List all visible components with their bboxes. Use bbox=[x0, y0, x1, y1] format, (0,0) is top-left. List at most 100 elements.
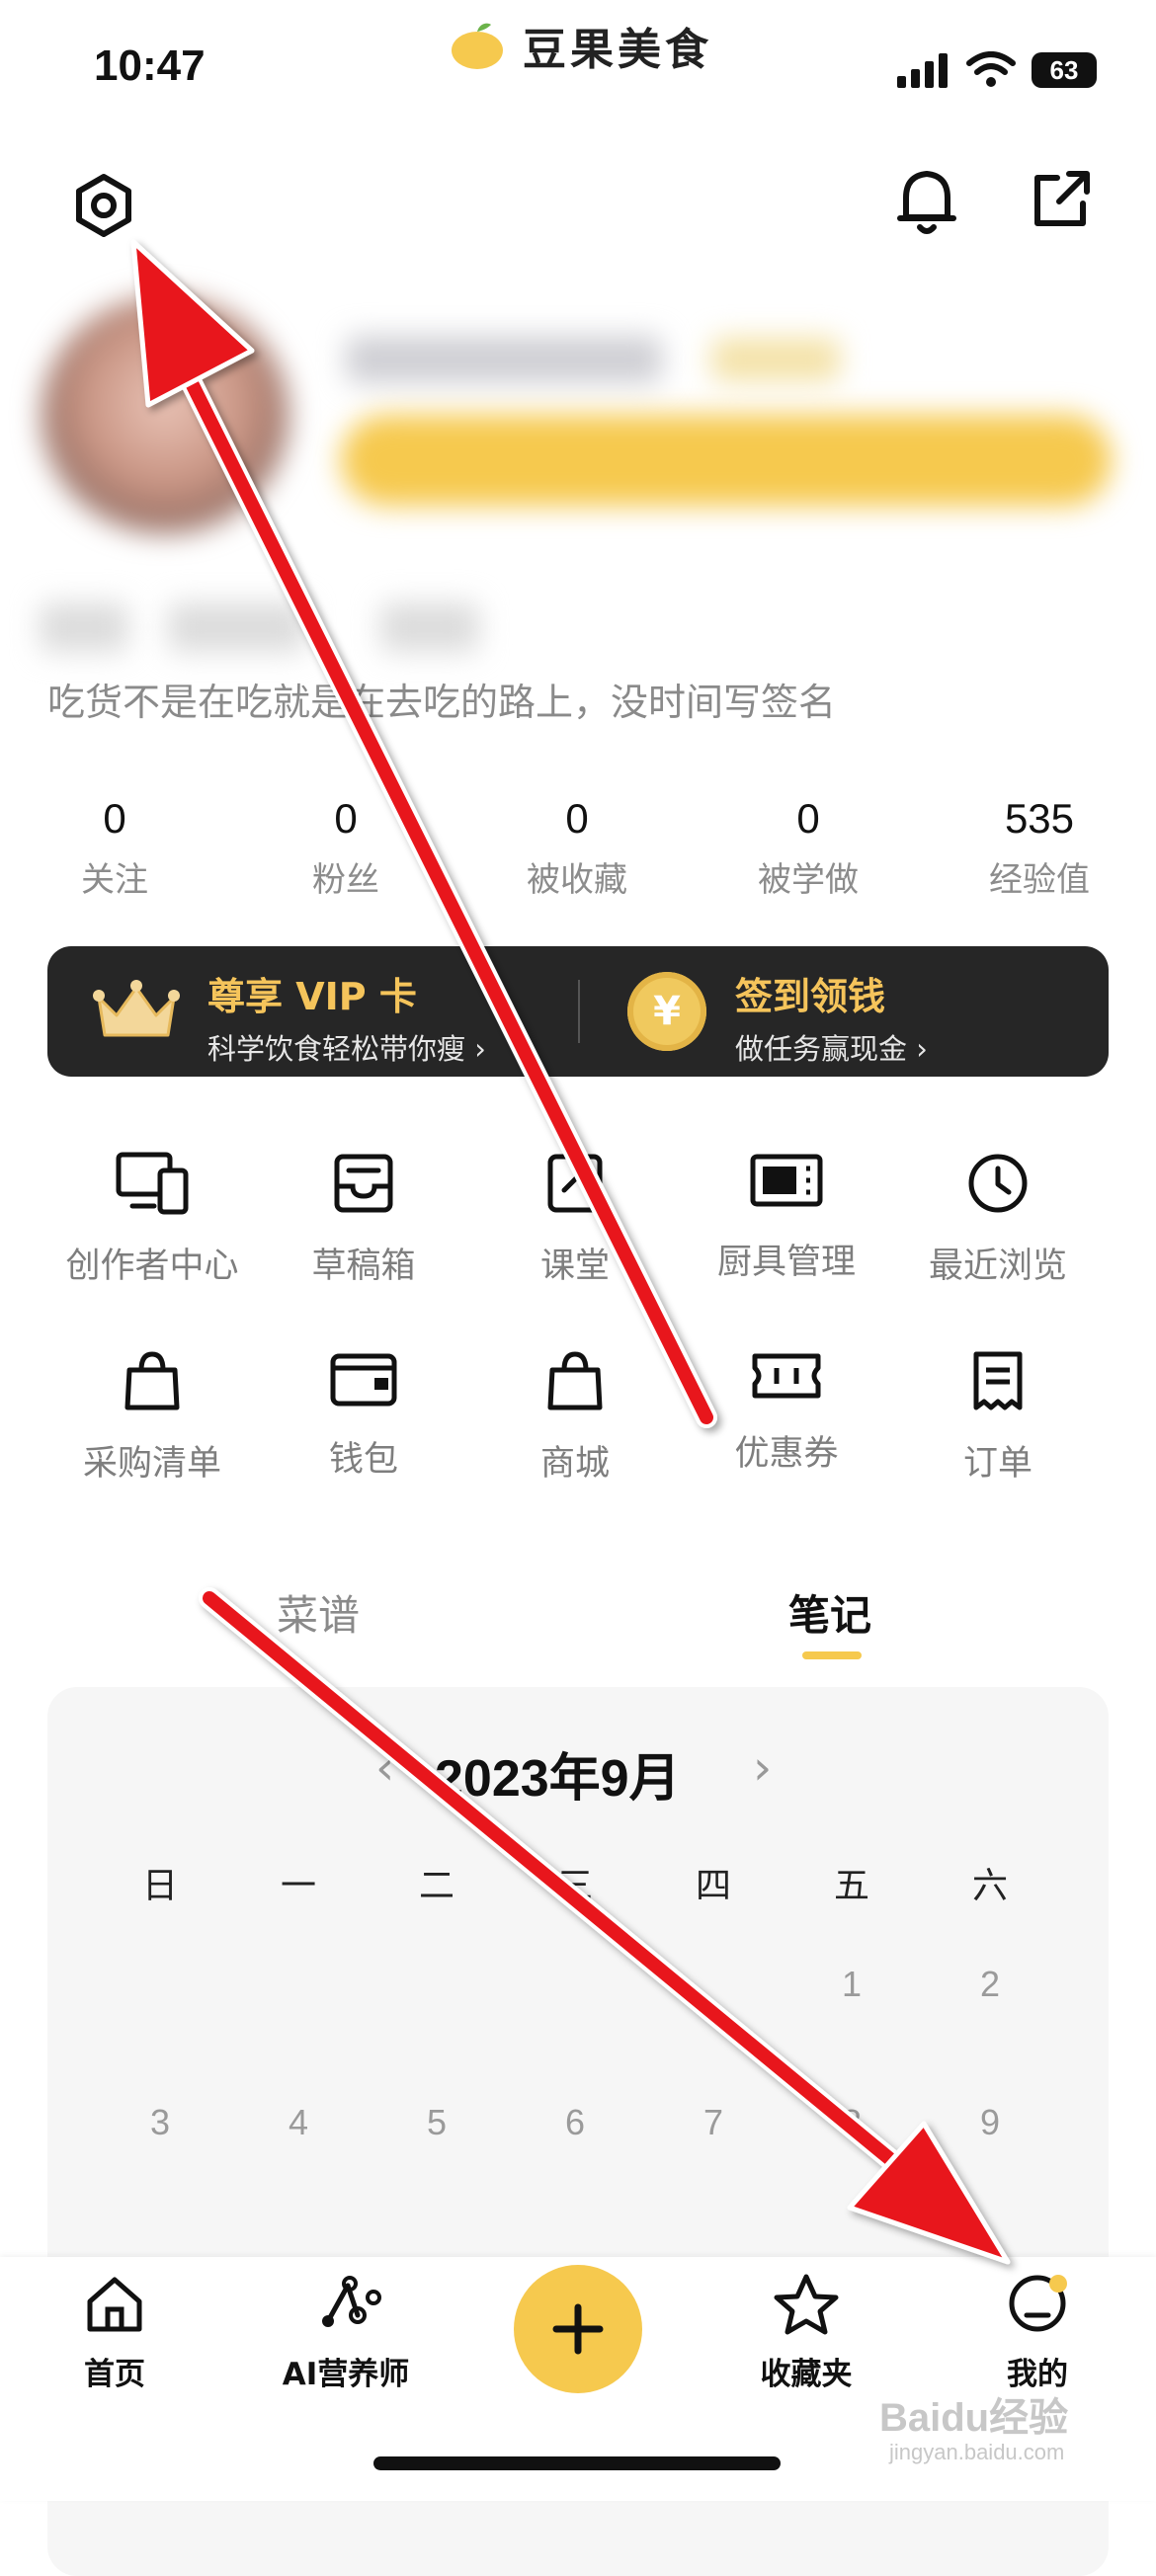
wallet-icon bbox=[330, 1353, 397, 1407]
app-title-bar: 豆果美食 bbox=[450, 14, 712, 77]
grid-label: 创作者中心 bbox=[65, 1247, 239, 1286]
grid-label: 商城 bbox=[539, 1444, 610, 1484]
signal-icon bbox=[897, 53, 948, 88]
app-logo-icon bbox=[452, 23, 503, 69]
app-title: 豆果美食 bbox=[523, 25, 712, 75]
stat-experience[interactable]: 535 经验值 bbox=[941, 795, 1138, 901]
vip-title: 尊享 VIP 卡 bbox=[207, 975, 417, 1018]
star-icon bbox=[774, 2274, 839, 2335]
weekday-label: 四 bbox=[695, 1866, 731, 1906]
grid-item-mall[interactable]: 商城 bbox=[466, 1348, 684, 1486]
next-month-icon[interactable]: › bbox=[753, 1740, 772, 1796]
classroom-icon bbox=[547, 1154, 603, 1213]
vip-card-entry[interactable]: 尊享 VIP 卡 科学饮食轻松带你瘦 › bbox=[47, 946, 578, 1077]
settings-icon[interactable] bbox=[71, 173, 136, 238]
home-icon bbox=[87, 2277, 142, 2332]
coin-icon: ¥ bbox=[627, 972, 706, 1051]
devices-icon bbox=[116, 1152, 189, 1215]
ai-nutrition-icon bbox=[322, 2276, 381, 2327]
stat-value: 0 bbox=[334, 795, 358, 842]
calendar-day[interactable]: 2 bbox=[950, 1964, 1030, 2005]
coin-symbol: ¥ bbox=[653, 989, 681, 1034]
grid-item-history[interactable]: 最近浏览 bbox=[889, 1151, 1107, 1288]
stat-cooked[interactable]: 0 被学做 bbox=[709, 795, 907, 901]
watermark: Baidu经验 bbox=[879, 2396, 1069, 2440]
nav-ai-nutritionist[interactable]: AI营养师 bbox=[247, 2272, 445, 2393]
grid-item-cookware[interactable]: 厨具管理 bbox=[678, 1151, 895, 1284]
weekday-label: 日 bbox=[141, 1866, 178, 1906]
receipt-icon bbox=[973, 1351, 1023, 1410]
weekday-label: 二 bbox=[418, 1866, 454, 1906]
nav-favorites[interactable]: 收藏夹 bbox=[707, 2272, 905, 2393]
stat-value: 0 bbox=[565, 795, 589, 842]
profile-tag bbox=[40, 603, 128, 652]
plus-icon bbox=[552, 2303, 604, 2355]
profile-signature[interactable]: 吃货不是在吃就是在去吃的路上，没时间写签名 bbox=[47, 672, 836, 726]
weekday-label: 六 bbox=[971, 1866, 1008, 1906]
stat-value: 0 bbox=[103, 795, 126, 842]
calendar-month: 2023年9月 bbox=[435, 1750, 681, 1808]
calendar-day[interactable]: 7 bbox=[674, 2102, 753, 2143]
username-redacted bbox=[346, 336, 662, 383]
grid-label: 课堂 bbox=[539, 1247, 610, 1286]
watermark-url: jingyan.baidu.com bbox=[889, 2440, 1065, 2464]
grid-item-wallet[interactable]: 钱包 bbox=[255, 1348, 472, 1482]
grid-item-creator-center[interactable]: 创作者中心 bbox=[43, 1151, 261, 1288]
calendar-day[interactable]: 9 bbox=[950, 2102, 1030, 2143]
shopping-bag-icon bbox=[124, 1351, 180, 1410]
nav-home[interactable]: 首页 bbox=[16, 2272, 213, 2393]
checkin-subtitle: 做任务赢现金 bbox=[735, 1032, 908, 1066]
stat-label: 被学做 bbox=[758, 860, 859, 900]
add-post-button[interactable] bbox=[514, 2265, 642, 2393]
nav-me[interactable]: 我的 bbox=[939, 2272, 1136, 2393]
vip-open-button[interactable] bbox=[341, 415, 1112, 506]
share-icon[interactable] bbox=[1030, 168, 1093, 231]
tab-notes[interactable]: 笔记 bbox=[788, 1582, 871, 1643]
avatar[interactable] bbox=[41, 296, 289, 533]
checkin-entry[interactable]: ¥ 签到领钱 做任务赢现金 › bbox=[580, 946, 1109, 1077]
grid-item-orders[interactable]: 订单 bbox=[889, 1348, 1107, 1486]
grid-label: 草稿箱 bbox=[311, 1247, 416, 1286]
nav-label: 收藏夹 bbox=[760, 2357, 853, 2392]
grid-label: 最近浏览 bbox=[928, 1247, 1067, 1286]
grid-item-classroom[interactable]: 课堂 bbox=[466, 1151, 684, 1288]
weekday-label: 三 bbox=[556, 1866, 593, 1906]
grid-item-drafts[interactable]: 草稿箱 bbox=[255, 1151, 472, 1288]
ticket-icon bbox=[752, 1353, 821, 1399]
vip-subtitle: 科学饮食轻松带你瘦 bbox=[207, 1032, 466, 1066]
grid-item-shopping-list[interactable]: 采购清单 bbox=[43, 1348, 261, 1486]
stat-label: 关注 bbox=[81, 860, 148, 900]
battery-indicator: 63 bbox=[1032, 52, 1097, 88]
grid-item-coupons[interactable]: 优惠券 bbox=[678, 1348, 895, 1476]
bell-icon[interactable] bbox=[894, 166, 959, 237]
calendar-day[interactable]: 8 bbox=[812, 2102, 891, 2143]
stat-label: 经验值 bbox=[989, 860, 1090, 900]
nav-label: AI营养师 bbox=[282, 2357, 410, 2392]
clock-icon bbox=[968, 1154, 1028, 1213]
stat-fans[interactable]: 0 粉丝 bbox=[247, 795, 445, 901]
stat-label: 粉丝 bbox=[312, 860, 379, 900]
calendar-day[interactable]: 1 bbox=[812, 1964, 891, 2005]
shop-bag-icon bbox=[547, 1351, 603, 1410]
profile-tag bbox=[168, 603, 306, 652]
microwave-icon bbox=[750, 1154, 823, 1207]
calendar-day[interactable]: 4 bbox=[259, 2102, 338, 2143]
stat-label: 被收藏 bbox=[527, 860, 627, 900]
chevron-right-icon: › bbox=[916, 1032, 928, 1066]
stat-value: 535 bbox=[1004, 795, 1075, 842]
stat-following[interactable]: 0 关注 bbox=[16, 795, 213, 901]
tab-recipes[interactable]: 菜谱 bbox=[277, 1582, 360, 1643]
calendar-day[interactable]: 5 bbox=[397, 2102, 476, 2143]
grid-label: 订单 bbox=[962, 1444, 1032, 1484]
stat-collected[interactable]: 0 被收藏 bbox=[478, 795, 676, 901]
calendar-day[interactable]: 6 bbox=[536, 2102, 615, 2143]
profile-tag bbox=[380, 603, 479, 652]
status-time: 10:47 bbox=[94, 41, 206, 90]
crown-icon bbox=[93, 980, 180, 1037]
tab-active-indicator bbox=[802, 1651, 862, 1659]
level-badge bbox=[711, 338, 840, 381]
calendar-day[interactable]: 3 bbox=[121, 2102, 200, 2143]
prev-month-icon[interactable]: ‹ bbox=[375, 1740, 394, 1796]
grid-label: 钱包 bbox=[328, 1440, 398, 1480]
checkin-title: 签到领钱 bbox=[735, 975, 886, 1018]
